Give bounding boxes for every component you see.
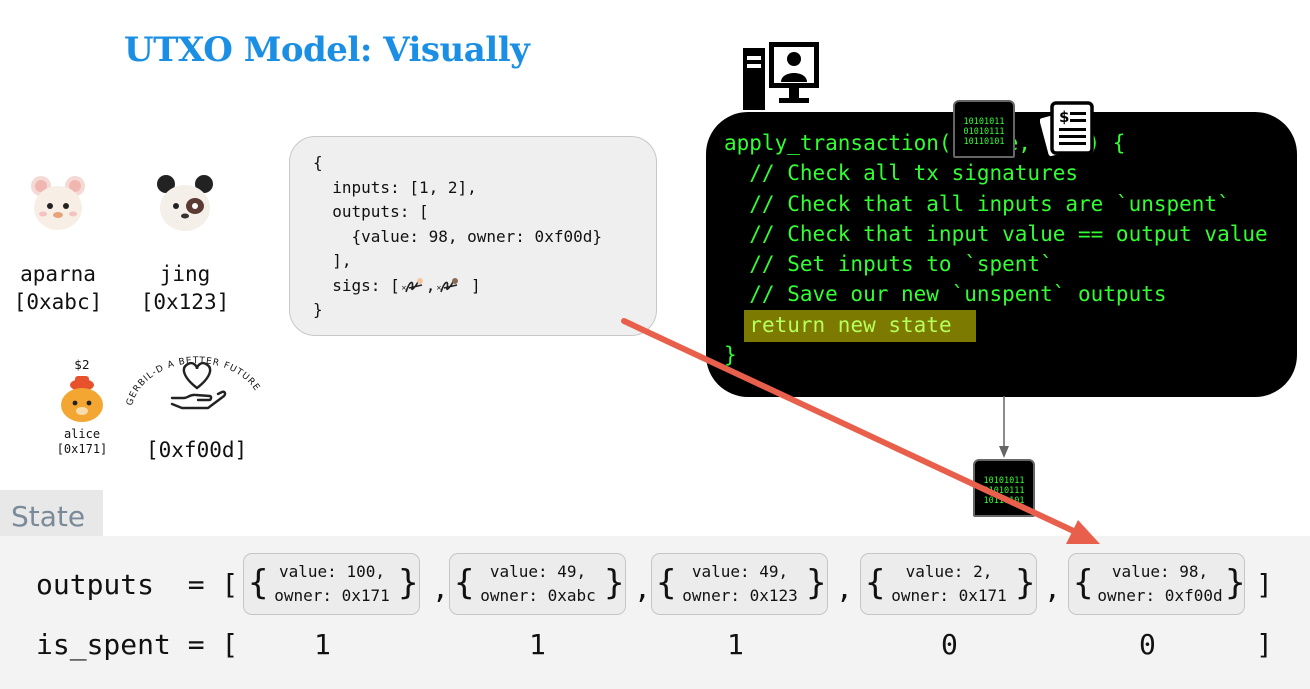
output-owner: owner: 0x171 — [274, 586, 390, 605]
hamster-hat-icon — [61, 376, 103, 422]
code-closing: } — [724, 343, 737, 368]
output-owner: owner: 0x171 — [891, 586, 1007, 605]
output-owner: owner: 0xf00d — [1097, 586, 1223, 605]
chip-bits: 10110101 — [963, 137, 1005, 147]
output-box: { value: 49, owner: 0x123 } — [651, 553, 828, 615]
chip-bits: 10101011 — [963, 117, 1005, 127]
output-owner: owner: 0xabc — [480, 586, 596, 605]
tx-line: { — [313, 153, 323, 172]
sig-close: ] — [470, 275, 481, 295]
chip-bits: 10110101 — [983, 496, 1025, 506]
output-box: { value: 100, owner: 0x171 } — [243, 553, 420, 615]
user-address: [0x123] — [140, 290, 230, 314]
binary-chip-icon: 10101011 01010111 10110101 — [973, 459, 1035, 517]
receipt-icon: $ — [1040, 101, 1094, 158]
code-comment: // Check that all inputs are `unspent` — [724, 191, 1230, 216]
output-value: value: 100, — [279, 562, 385, 581]
user-name: alice — [63, 427, 101, 441]
user-address: [0x171] — [56, 442, 108, 456]
code-return: return new state — [749, 312, 952, 337]
signature-icon: × — [401, 278, 423, 293]
panda-hamster-icon — [157, 175, 213, 231]
heart-hand-icon: GERBIL-D A BETTER FUTURE — [125, 356, 261, 410]
charity: GERBIL-D A BETTER FUTURE [0xf00d] — [122, 348, 272, 462]
separator: , — [1044, 572, 1061, 605]
output-value: value: 49, — [489, 562, 587, 581]
output-value: value: 2, — [905, 562, 993, 581]
user-name: jing — [159, 262, 211, 286]
is-spent-value: 1 — [727, 628, 744, 661]
is-spent-value: 0 — [941, 628, 958, 661]
separator: , — [836, 572, 853, 605]
is-spent-value: 0 — [1139, 628, 1156, 661]
output-box: { value: 98, owner: 0xf00d } — [1068, 553, 1245, 615]
state-label: State — [11, 500, 86, 533]
user-alice: $2 alice [0x171] — [52, 358, 112, 457]
output-owner: owner: 0x123 — [682, 586, 798, 605]
chip-bits: 01010111 — [963, 127, 1005, 137]
code-comment: // Check all tx signatures — [724, 161, 1079, 186]
balance-label: $2 — [74, 358, 90, 372]
tx-line: outputs: [ — [313, 202, 429, 221]
code-listing: apply_transaction(e, ) { // Check all tx… — [724, 128, 1268, 370]
tx-line: sigs: — [313, 275, 391, 295]
chip-bits: 10101011 — [983, 476, 1025, 486]
tx-line: ], — [313, 251, 352, 270]
user-aparna: aparna [0xabc] — [10, 170, 106, 316]
is-spent-value: 1 — [314, 628, 331, 661]
outputs-close: ] — [1256, 568, 1273, 601]
signature-icon: × — [436, 278, 459, 293]
is-spent-close: ] — [1256, 628, 1273, 661]
user-name: aparna — [20, 262, 96, 286]
computer-user-icon — [743, 42, 819, 110]
separator: , — [634, 572, 651, 605]
output-box: { value: 49, owner: 0xabc } — [449, 553, 626, 615]
sig-separator: , — [425, 275, 436, 295]
tx-closing: } — [313, 300, 323, 319]
output-value: value: 49, — [691, 562, 789, 581]
code-comment: // Save our new `unspent` outputs — [724, 282, 1167, 307]
charity-address: [0xf00d] — [146, 438, 248, 462]
code-signature-start: apply_transaction( — [724, 131, 952, 155]
outputs-label: outputs = [ — [36, 568, 239, 601]
code-comment: // Set inputs to `spent` — [724, 252, 1053, 277]
chip-bits: 01010111 — [983, 486, 1025, 496]
is-spent-value: 1 — [529, 628, 546, 661]
svg-text:$: $ — [1059, 108, 1069, 126]
down-arrow — [999, 396, 1009, 458]
slide-title: UTXO Model: Visually — [124, 30, 530, 70]
tx-line: {value: 98, owner: 0xf00d} — [313, 226, 602, 246]
user-jing: jing [0x123] — [137, 170, 233, 316]
user-address: [0xabc] — [13, 290, 103, 314]
separator: , — [432, 572, 449, 605]
output-value: value: 98, — [1111, 562, 1209, 581]
output-box: { value: 2, owner: 0x171 } — [860, 553, 1037, 615]
is-spent-label: is_spent = [ — [36, 628, 239, 661]
binary-chip-icon: 10101011 01010111 10110101 — [953, 100, 1015, 158]
tx-line: inputs: [1, 2], — [313, 177, 477, 197]
code-comment: // Check that input value == output valu… — [724, 221, 1268, 246]
transaction-card: { inputs: [1, 2], outputs: [ {value: 98,… — [289, 136, 657, 336]
hamster-icon — [31, 176, 85, 230]
